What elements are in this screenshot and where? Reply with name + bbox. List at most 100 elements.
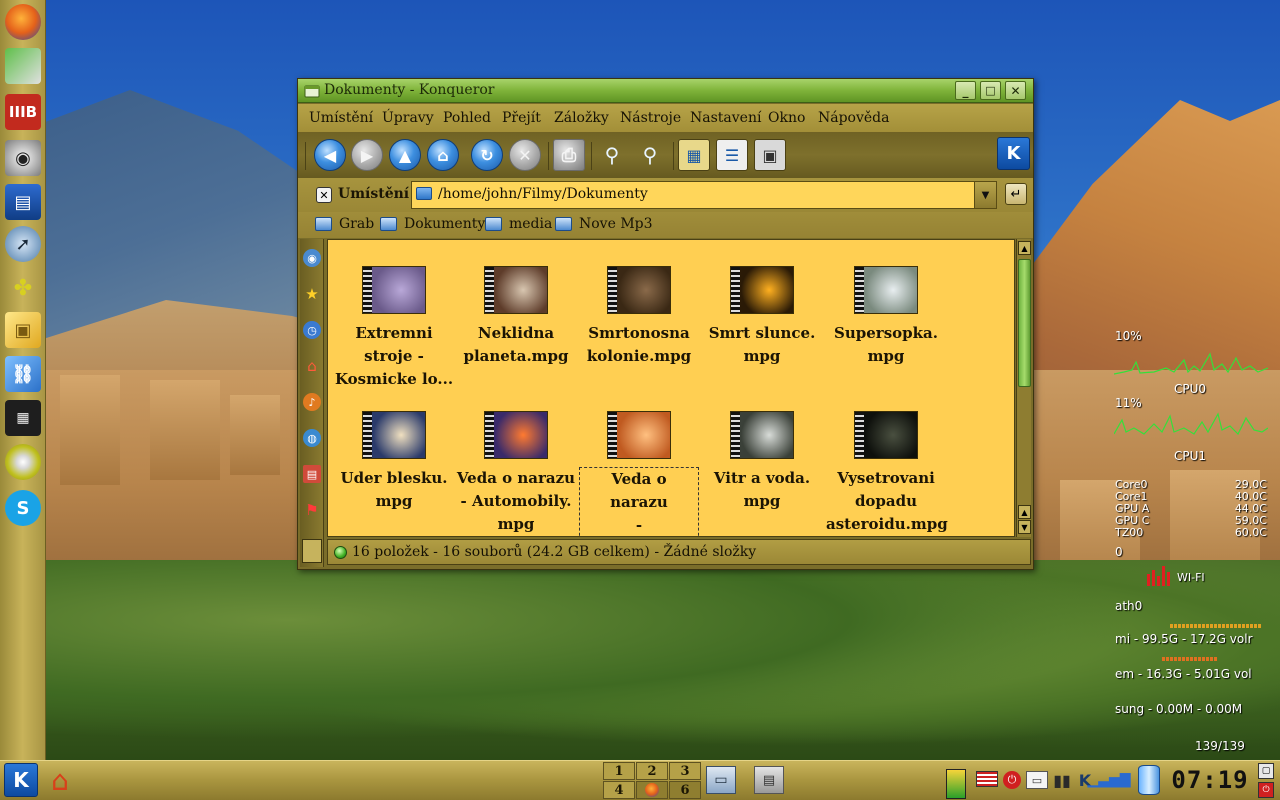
file-item[interactable]: Veda o narazu - Automobily. mpg xyxy=(456,411,576,536)
sensor-list: Core0 29.0C Core1 40.0C GPU A 44.0C GPU C 59… xyxy=(1115,479,1267,539)
file-item[interactable]: Smrtonosna kolonie.mpg xyxy=(579,266,699,368)
file-name-line: planeta.mpg xyxy=(463,347,569,365)
menu-nastaveni[interactable]: Nastavení xyxy=(690,110,761,126)
file-name: Vysetrovani dopadu asteroidu.mpg xyxy=(826,467,948,536)
window-list-icon[interactable]: ▭ xyxy=(706,766,736,794)
close-button[interactable]: ✕ xyxy=(1005,81,1026,100)
menu-prejit[interactable]: Přejít xyxy=(502,110,541,126)
menu-zalozky[interactable]: Záložky xyxy=(554,110,609,126)
file-item[interactable]: Neklidna planeta.mpg xyxy=(456,266,576,368)
pager-desktop-5[interactable] xyxy=(636,781,668,799)
video-thumbnail-icon xyxy=(607,266,671,314)
sidebar-home-icon[interactable]: ⌂ xyxy=(303,357,321,375)
scrollbar-thumb[interactable] xyxy=(1018,259,1031,387)
drive-icon[interactable]: ▤ xyxy=(754,766,784,794)
clipboard-icon[interactable]: ▭ xyxy=(1026,771,1048,789)
sidebar-bookmarks-icon[interactable]: ★ xyxy=(303,285,321,303)
menu-pohled[interactable]: Pohled xyxy=(443,110,491,126)
file-item[interactable]: Vitr a voda. mpg xyxy=(702,411,822,513)
print-icon[interactable]: ⎙ xyxy=(553,139,585,171)
lock-screen-icon[interactable]: ▢ xyxy=(1258,763,1274,779)
home-folder-icon[interactable]: ⌂ xyxy=(44,763,76,797)
keyboard-layout-flag-icon[interactable] xyxy=(976,771,998,787)
package-launcher-icon[interactable]: ▣ xyxy=(5,312,41,348)
clear-location-icon[interactable]: ✕ xyxy=(316,187,332,203)
pager-desktop-4[interactable]: 4 xyxy=(603,781,635,799)
back-icon[interactable]: ◀ xyxy=(314,139,346,171)
video-thumbnail-icon xyxy=(484,266,548,314)
file-item[interactable]: Smrt slunce. mpg xyxy=(702,266,822,368)
bookmark-grab[interactable]: Grab xyxy=(315,216,374,232)
home-icon[interactable]: ⌂ xyxy=(427,139,459,171)
file-item[interactable]: Vysetrovani dopadu asteroidu.mpg xyxy=(826,411,948,536)
skype-launcher-icon[interactable]: S xyxy=(5,490,41,526)
pager-desktop-1[interactable]: 1 xyxy=(603,762,635,780)
file-name-line: mpg xyxy=(867,347,905,365)
minimize-button[interactable]: _ xyxy=(955,81,976,100)
file-name-line: asteroidu.mpg xyxy=(826,515,948,533)
detail-view-icon[interactable]: ☰ xyxy=(716,139,748,171)
cd-launcher-icon[interactable] xyxy=(5,444,41,480)
file-item[interactable]: Uder blesku. mpg xyxy=(334,411,454,513)
scroll-up-icon[interactable]: ▲ xyxy=(1018,241,1031,255)
reload-icon[interactable]: ↻ xyxy=(471,139,503,171)
power-status-icon[interactable]: ⏻ xyxy=(1003,771,1021,789)
camera-launcher-icon[interactable]: ◉ xyxy=(5,140,41,176)
trash-icon[interactable] xyxy=(1138,765,1160,795)
image-view-icon[interactable]: ▣ xyxy=(754,139,786,171)
file-name-line: Smrtonosna xyxy=(588,324,690,342)
vertical-scrollbar[interactable]: ▲ ▲ ▼ xyxy=(1016,239,1031,537)
digital-clock[interactable]: 07:19 xyxy=(1170,762,1250,798)
sidebar-root-icon[interactable]: ▤ xyxy=(303,465,321,483)
network-launcher-icon[interactable] xyxy=(5,48,41,84)
pager-desktop-3[interactable]: 3 xyxy=(669,762,701,780)
network-map-launcher-icon[interactable]: ⛓ xyxy=(5,356,41,392)
logout-icon[interactable]: ⏻ xyxy=(1258,782,1274,798)
menu-okno[interactable]: Okno xyxy=(768,110,805,126)
bookmark-dokumenty[interactable]: Dokumenty xyxy=(380,216,485,232)
kde-logo-icon[interactable]: K xyxy=(997,137,1030,170)
pdf-reader-launcher-icon[interactable]: IIIB xyxy=(5,94,41,130)
bookmark-media[interactable]: media xyxy=(485,216,552,232)
file-name: Veda o narazu - Letadla.mpg xyxy=(579,467,699,536)
bookmark-nove-mp3[interactable]: Nove Mp3 xyxy=(555,216,653,232)
file-item[interactable]: Veda o narazu - Letadla.mpg xyxy=(579,411,699,536)
sidebar-media-icon[interactable]: ♪ xyxy=(303,393,321,411)
menu-nastroje[interactable]: Nástroje xyxy=(620,110,681,126)
zoom-in-icon[interactable]: ⚲ xyxy=(596,139,628,171)
up-icon[interactable]: ▲ xyxy=(389,139,421,171)
film-launcher-icon[interactable]: ▦ xyxy=(5,400,41,436)
scroll-up-icon[interactable]: ▲ xyxy=(1018,505,1031,519)
video-editor-launcher-icon[interactable]: ▤ xyxy=(5,184,41,220)
sidebar-services-icon[interactable]: ◍ xyxy=(303,429,321,447)
sidebar-location-icon[interactable]: ⚑ xyxy=(303,501,321,519)
stop-icon[interactable]: ✕ xyxy=(509,139,541,171)
file-item[interactable]: Supersopka. mpg xyxy=(826,266,946,368)
kde-menu-button[interactable]: K xyxy=(4,763,38,797)
wireless-tray-icon[interactable]: ▁▃▅▇ xyxy=(1087,769,1130,791)
pager-desktop-2[interactable]: 2 xyxy=(636,762,668,780)
menu-umisteni[interactable]: Umístění xyxy=(309,110,373,126)
icon-view-icon[interactable]: ▦ xyxy=(678,139,710,171)
zoom-out-icon[interactable]: ⚲ xyxy=(634,139,666,171)
location-input[interactable]: /home/john/Filmy/Dokumenty xyxy=(411,181,997,209)
go-button[interactable]: ↵ xyxy=(1005,183,1027,205)
file-name-line: Vitr a voda. xyxy=(713,469,811,487)
firefox-launcher-icon[interactable] xyxy=(5,4,41,40)
window-titlebar[interactable]: Dokumenty - Konqueror _ □ ✕ xyxy=(298,79,1033,103)
sidebar-history-icon[interactable]: ◷ xyxy=(303,321,321,339)
forward-icon[interactable]: ▶ xyxy=(351,139,383,171)
file-item[interactable]: Extremni stroje - Kosmicke lo... xyxy=(334,266,454,391)
pager-desktop-6[interactable]: 6 xyxy=(669,781,701,799)
hardware-monitor-icon[interactable]: ▮▮ xyxy=(1050,769,1074,791)
scroll-down-icon[interactable]: ▼ xyxy=(1018,520,1031,534)
maximize-button[interactable]: □ xyxy=(980,81,1001,100)
thumbnail-image xyxy=(494,412,547,458)
sidebar-network-icon[interactable]: ◉ xyxy=(303,249,321,267)
menu-napoveda[interactable]: Nápověda xyxy=(818,110,890,126)
rocket-launcher-icon[interactable]: ➚ xyxy=(5,226,41,262)
location-dropdown-icon[interactable]: ▼ xyxy=(974,182,996,208)
menu-upravy[interactable]: Úpravy xyxy=(382,110,434,126)
molecule-launcher-icon[interactable]: ✤ xyxy=(5,270,41,306)
sidebar-toggle[interactable] xyxy=(302,539,322,563)
